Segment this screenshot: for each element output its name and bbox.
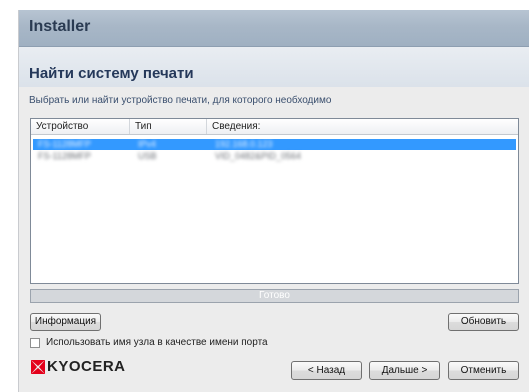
device-type: USB [138, 151, 157, 161]
column-header-type[interactable]: Тип [130, 119, 207, 134]
column-header-details[interactable]: Сведения: [207, 119, 518, 134]
page-header: Найти систему печати [19, 47, 529, 87]
window-title: Installer [29, 18, 91, 35]
device-list[interactable]: Устройство Тип Сведения: FS-1128MFP IPv4… [30, 118, 519, 284]
refresh-button[interactable]: Обновить [448, 313, 519, 331]
title-bar: Installer [19, 10, 529, 47]
device-details: 192.168.0.123 [215, 139, 273, 149]
device-row[interactable]: FS-1128MFP IPv4 192.168.0.123 [33, 139, 516, 150]
hostname-port-checkbox[interactable] [30, 338, 40, 348]
list-header: Устройство Тип Сведения: [31, 119, 518, 135]
kyocera-mark-icon [31, 360, 45, 374]
device-details: VID_0482&PID_0564 [215, 151, 302, 161]
device-name: FS-1128MFP [38, 151, 91, 161]
page-heading: Найти систему печати [29, 65, 194, 82]
info-button[interactable]: Информация [30, 313, 101, 331]
page-subtitle: Выбрать или найти устройство печати, для… [29, 95, 332, 106]
brand-name: KYOCERA [47, 358, 126, 375]
cancel-button[interactable]: Отменить [448, 361, 519, 380]
column-header-device[interactable]: Устройство [31, 119, 130, 134]
next-button[interactable]: Дальше > [369, 361, 440, 380]
hostname-port-label[interactable]: Использовать имя узла в качестве имени п… [46, 337, 268, 348]
device-row[interactable]: FS-1128MFP USB VID_0482&PID_0564 [33, 151, 516, 162]
back-button[interactable]: < Назад [291, 361, 362, 380]
installer-window: Installer Найти систему печати Выбрать и… [18, 10, 529, 392]
status-bar: Готово [30, 289, 519, 303]
device-type: IPv4 [138, 139, 157, 149]
device-name: FS-1128MFP [38, 139, 91, 149]
